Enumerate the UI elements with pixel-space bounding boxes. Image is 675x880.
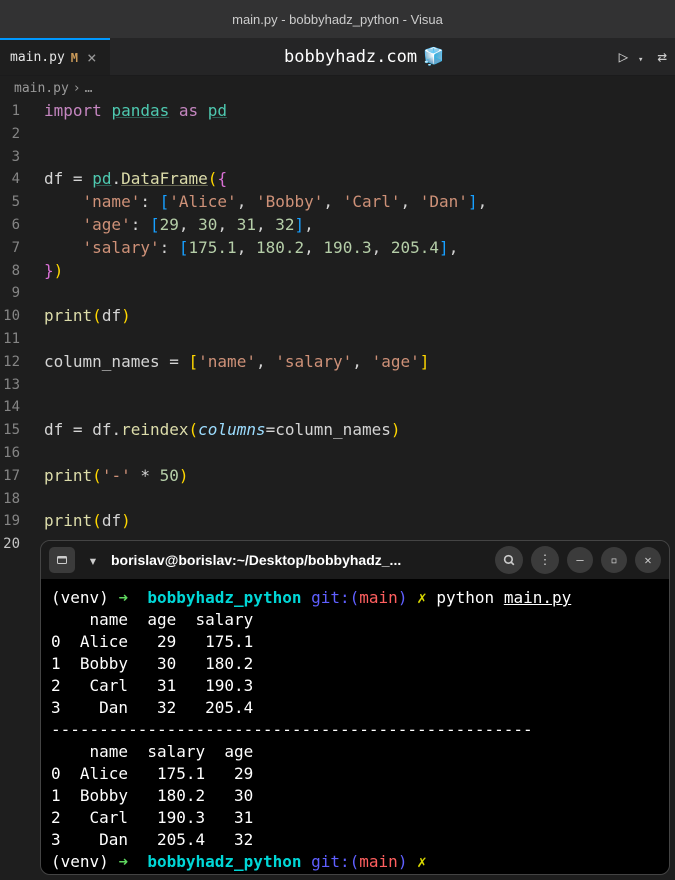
- breadcrumb[interactable]: main.py › …: [0, 76, 675, 100]
- terminal-title: borislav@borislav:~/Desktop/bobbyhadz_..…: [111, 552, 487, 568]
- chevron-down-icon[interactable]: ▾: [83, 547, 103, 573]
- code-area[interactable]: import pandas as pd df = pd.DataFrame({ …: [24, 100, 487, 556]
- close-window-icon[interactable]: ✕: [635, 547, 661, 573]
- git-compare-icon[interactable]: ⇄: [657, 47, 667, 66]
- tab-filename: main.py: [10, 50, 65, 65]
- breadcrumb-sep: ›: [73, 81, 81, 96]
- site-label: bobbyhadz.com 🧊: [110, 38, 619, 75]
- tab-main-py[interactable]: main.py M ×: [0, 38, 110, 75]
- window-title: main.py - bobbyhadz_python - Visua: [232, 12, 443, 27]
- maximize-icon[interactable]: ▫: [601, 547, 627, 573]
- menu-icon[interactable]: ⋮: [531, 546, 559, 574]
- line-gutter: 1234567891011121314151617181920: [0, 100, 24, 556]
- terminal-new-tab-button[interactable]: [49, 547, 75, 573]
- editor[interactable]: 1234567891011121314151617181920 import p…: [0, 100, 675, 556]
- tab-modified-indicator: M: [71, 51, 78, 65]
- search-icon[interactable]: [495, 546, 523, 574]
- window-title-bar: main.py - bobbyhadz_python - Visua: [0, 0, 675, 38]
- minimize-icon[interactable]: —: [567, 547, 593, 573]
- run-icon[interactable]: ▷ ▾: [619, 47, 644, 66]
- terminal-output[interactable]: (venv) ➜ bobbyhadz_python git:(main) ✗ p…: [41, 579, 669, 874]
- breadcrumb-rest: …: [85, 81, 93, 96]
- terminal-window: ▾ borislav@borislav:~/Desktop/bobbyhadz_…: [40, 540, 670, 875]
- editor-actions: ▷ ▾ ⇄: [619, 38, 675, 75]
- tabs-row: main.py M × bobbyhadz.com 🧊 ▷ ▾ ⇄: [0, 38, 675, 76]
- terminal-titlebar[interactable]: ▾ borislav@borislav:~/Desktop/bobbyhadz_…: [41, 541, 669, 579]
- breadcrumb-file: main.py: [14, 81, 69, 96]
- close-icon[interactable]: ×: [84, 48, 100, 67]
- cube-icon: 🧊: [423, 47, 444, 67]
